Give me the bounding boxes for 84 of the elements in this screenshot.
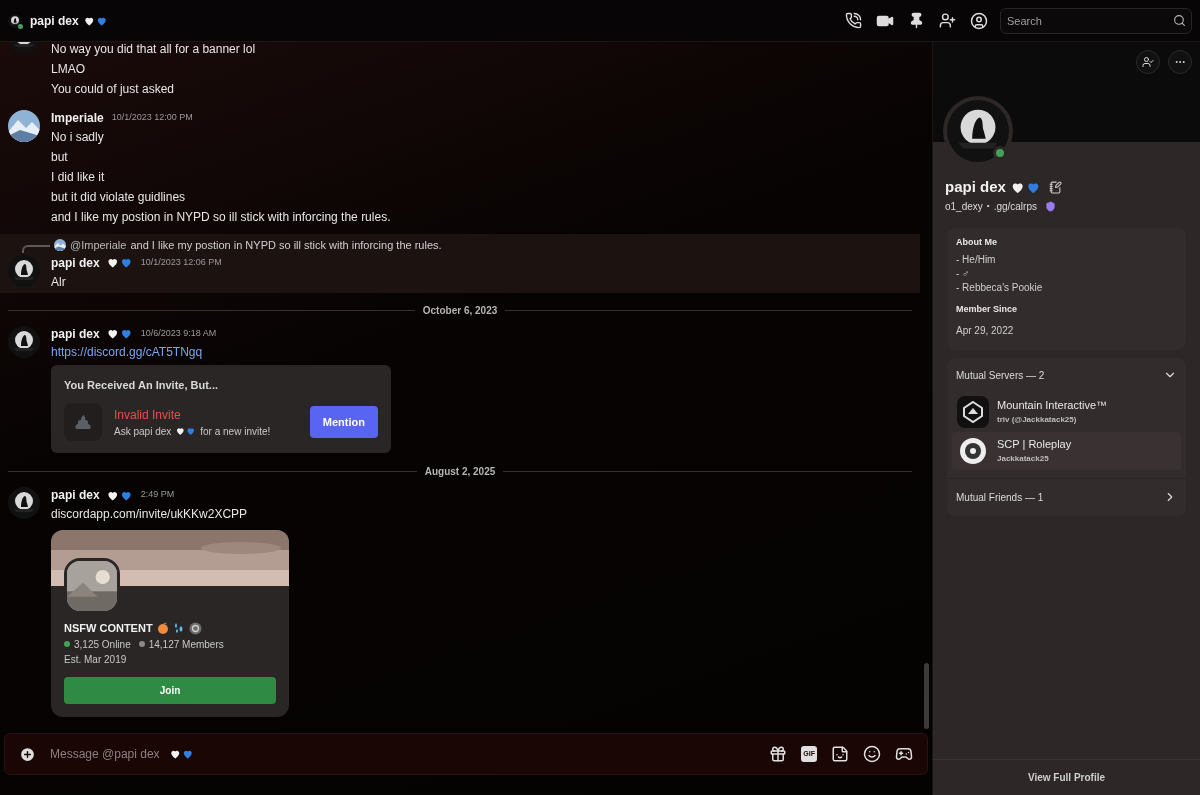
- badge-icon: [188, 621, 202, 635]
- pin-icon[interactable]: [908, 12, 925, 29]
- mutual-friends-row[interactable]: Mutual Friends — 1: [947, 478, 1186, 516]
- hearts-icon: [175, 426, 197, 436]
- server-name: Mountain Interactive™: [997, 398, 1108, 414]
- profile-icon[interactable]: [970, 11, 988, 30]
- note-icon[interactable]: [1048, 180, 1062, 194]
- message-text: discordapp.com/invite/ukKKw2XCPP: [51, 506, 249, 523]
- username: o1_dexy: [945, 199, 983, 214]
- avatar: [8, 325, 40, 358]
- message-text: but it did violate guidlines: [51, 189, 187, 206]
- avatar: [947, 100, 1009, 162]
- server-nickname: Jackkatack25: [997, 452, 1050, 465]
- view-full-profile-button[interactable]: View Full Profile: [933, 760, 1200, 795]
- server-icon: [64, 403, 102, 441]
- message-text: No way you did that all for a banner lol: [51, 42, 256, 58]
- search-icon: [1173, 13, 1186, 27]
- member-since-date: Apr 29, 2022: [956, 323, 1015, 338]
- mutual-server-item[interactable]: Mountain Interactive™ triv (@Jackkatack25): [952, 392, 1181, 431]
- shield-icon: [1045, 200, 1056, 212]
- sticker-icon[interactable]: [831, 745, 849, 763]
- invite-title: Invalid Invite: [114, 406, 182, 424]
- timestamp: 10/1/2023 12:00 PM: [111, 111, 193, 125]
- message-text: I did like it: [51, 169, 106, 186]
- invite-heading: You Received An Invite, But...: [64, 377, 220, 393]
- peach-icon: [156, 622, 169, 635]
- member-count: 14,127 Members: [148, 637, 224, 652]
- mutual-server-item[interactable]: SCP | Roleplay Jackkatack25: [952, 431, 1181, 470]
- message-field[interactable]: Message @papi dex: [50, 745, 166, 763]
- avatar: [8, 110, 40, 142]
- date-divider: August 2, 2025: [424, 465, 496, 479]
- mutual-servers-toggle[interactable]: Mutual Servers — 2: [947, 357, 1186, 393]
- separator-dot: •: [986, 200, 990, 212]
- profile-tag: .gg/calrps: [993, 198, 1037, 214]
- online-count: 3,125 Online: [74, 637, 131, 652]
- avatar: [8, 487, 40, 519]
- invite-hint: for a new invite!: [200, 424, 271, 439]
- add-icon[interactable]: [19, 745, 36, 763]
- message-text: You could of just asked: [51, 81, 175, 98]
- invite-link[interactable]: https://discord.gg/cAT5TNgq: [51, 342, 391, 361]
- author-name[interactable]: papi dex: [51, 253, 100, 272]
- about-line: - He/Him: [956, 253, 997, 267]
- friend-status-button[interactable]: [1136, 50, 1160, 74]
- message-text: No i sadly: [51, 129, 105, 146]
- about-line: - ♂: [956, 267, 971, 281]
- date-divider: October 6, 2023: [422, 303, 498, 318]
- voice-call-icon[interactable]: [845, 12, 862, 29]
- channel-title: papi dex: [30, 12, 79, 30]
- timestamp: 2:49 PM: [140, 488, 175, 502]
- profile-name: papi dex: [945, 177, 1006, 197]
- message-text: Alr: [51, 273, 67, 291]
- reply-mention[interactable]: @Imperiale: [70, 237, 127, 254]
- message-text: LMAO: [51, 61, 86, 78]
- author-name[interactable]: Imperiale: [51, 109, 104, 127]
- server-icon: [957, 395, 989, 428]
- timestamp: 10/1/2023 12:06 PM: [140, 255, 222, 269]
- author-name[interactable]: papi dex: [51, 486, 100, 504]
- search-field[interactable]: Search: [1000, 7, 1192, 34]
- section-heading: Member Since: [956, 303, 1019, 316]
- avatar: [54, 239, 66, 252]
- hearts-icon: [169, 748, 194, 760]
- server-nickname: triv (@Jackkatack25): [997, 413, 1078, 426]
- gift-icon[interactable]: [769, 745, 788, 763]
- gamepad-icon[interactable]: [895, 745, 913, 763]
- join-button[interactable]: Join: [64, 676, 276, 704]
- about-line: - Rebbeca's Pookie: [956, 281, 1044, 295]
- mention-button[interactable]: Mention: [309, 405, 378, 439]
- avatar: [8, 13, 22, 28]
- section-heading: About Me: [956, 235, 998, 249]
- user-check-icon: [1142, 56, 1154, 68]
- reply-text: and I like my postion in NYPD so ill stick with inforcing the rules.: [130, 238, 442, 253]
- droplets-icon: [172, 622, 185, 635]
- established-date: Est. Mar 2019: [64, 652, 128, 667]
- scrollbar[interactable]: [924, 663, 929, 729]
- author-name[interactable]: papi dex: [51, 324, 100, 343]
- timestamp: 10/6/2023 9:18 AM: [140, 326, 217, 340]
- server-name: NSFW CONTENT: [64, 621, 153, 636]
- message-text: but: [51, 149, 69, 166]
- emoji-icon[interactable]: [863, 745, 881, 763]
- avatar: [8, 254, 40, 287]
- invite-hint: Ask papi dex: [114, 424, 172, 439]
- message-text: and I like my postion in NYPD so ill stick with inforcing the rules.: [51, 209, 391, 226]
- add-friend-icon[interactable]: [939, 12, 956, 29]
- server-name: SCP | Roleplay: [997, 437, 1072, 453]
